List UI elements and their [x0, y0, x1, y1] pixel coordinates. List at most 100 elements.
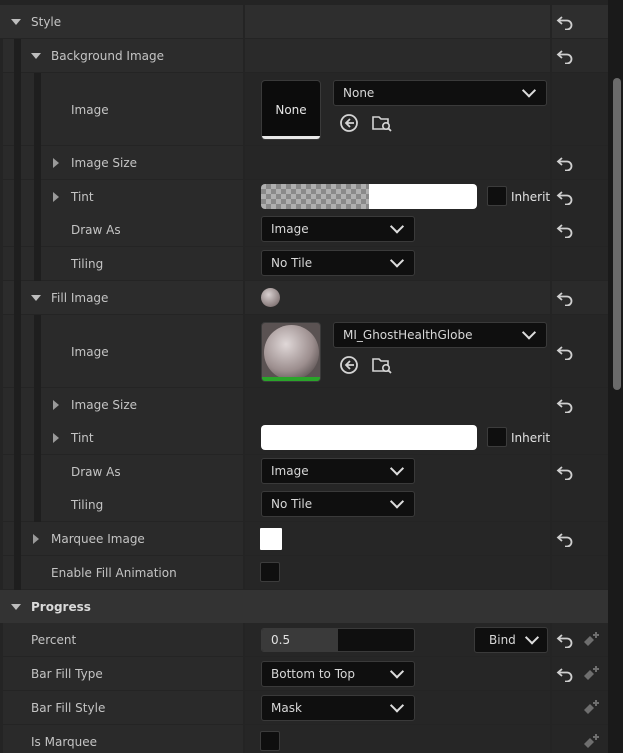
- globe-preview: [264, 325, 319, 380]
- bar-fill-type-row: Bar Fill Type Bottom to Top: [0, 657, 608, 691]
- progress-category-label: Progress: [31, 599, 91, 614]
- fill-image-asset-value: MI_GhostHealthGlobe: [343, 328, 473, 342]
- image-size-label: Image Size: [71, 156, 138, 170]
- chevron-down-icon: [389, 664, 405, 679]
- marquee-image-label: Marquee Image: [51, 532, 145, 546]
- marquee-image-preview[interactable]: [260, 528, 282, 550]
- thumbnail-accent-bar: [262, 377, 320, 381]
- chevron-down-icon: [389, 219, 405, 234]
- bind-combo[interactable]: Bind: [474, 627, 548, 653]
- reset-bar-fill-type-icon[interactable]: [556, 666, 574, 683]
- browse-arrow-icon[interactable]: [338, 112, 360, 134]
- reset-image-size-icon[interactable]: [556, 155, 574, 172]
- background-image-row[interactable]: Background Image: [0, 39, 608, 73]
- bar-fill-type-label: Bar Fill Type: [31, 667, 103, 681]
- chevron-down-icon: [389, 698, 405, 713]
- inherit-label: Inherit: [511, 190, 551, 204]
- percent-value: 0.5: [271, 633, 291, 647]
- draw-as-label: Draw As: [71, 465, 121, 479]
- enable-fill-animation-label: Enable Fill Animation: [51, 566, 177, 580]
- reset-image-size-icon[interactable]: [556, 397, 574, 414]
- collapse-arrow-icon[interactable]: [31, 295, 41, 301]
- alpha-checker: [261, 184, 369, 209]
- reset-fill-image-asset-icon[interactable]: [556, 344, 574, 360]
- background-draw-as-row: Draw As Image: [0, 213, 608, 247]
- percent-row: Percent 0.5 Bind: [0, 623, 608, 657]
- reset-percent-icon[interactable]: [556, 632, 574, 649]
- inherit-checkbox[interactable]: [487, 186, 507, 206]
- add-binding-icon[interactable]: [581, 630, 601, 650]
- style-category-row[interactable]: Style: [0, 5, 608, 39]
- bar-fill-style-combo[interactable]: Mask: [261, 695, 415, 721]
- bar-fill-type-combo[interactable]: Bottom to Top: [261, 661, 415, 687]
- find-in-browser-icon[interactable]: [371, 354, 393, 376]
- expand-arrow-icon[interactable]: [33, 534, 39, 544]
- background-image-size-row[interactable]: Image Size: [0, 146, 608, 180]
- reset-background-image-icon[interactable]: [556, 48, 574, 65]
- fill-image-asset-row: Image MI_GhostHealthGlobe: [0, 315, 608, 388]
- fill-image-asset-combo[interactable]: MI_GhostHealthGlobe: [333, 322, 547, 348]
- enable-fill-animation-row: Enable Fill Animation: [0, 556, 608, 590]
- add-binding-icon[interactable]: [581, 698, 601, 718]
- is-marquee-checkbox[interactable]: [260, 731, 280, 751]
- tiling-combo[interactable]: No Tile: [261, 491, 415, 517]
- collapse-arrow-icon[interactable]: [31, 53, 41, 59]
- background-tint-row: Tint Inherit: [0, 180, 608, 214]
- draw-as-combo[interactable]: Image: [261, 458, 415, 484]
- background-tiling-row: Tiling No Tile: [0, 247, 608, 281]
- fill-draw-as-row: Draw As Image: [0, 455, 608, 489]
- fill-image-size-row[interactable]: Image Size: [0, 388, 608, 422]
- fill-image-label: Fill Image: [51, 291, 109, 305]
- reset-tint-icon[interactable]: [556, 189, 574, 206]
- bar-fill-type-value: Bottom to Top: [271, 667, 355, 681]
- tint-label: Tint: [71, 431, 94, 445]
- image-size-label: Image Size: [71, 398, 138, 412]
- bar-fill-style-value: Mask: [271, 701, 302, 715]
- scrollbar-thumb[interactable]: [613, 78, 621, 390]
- marquee-image-row[interactable]: Marquee Image: [0, 522, 608, 556]
- details-panel: Style Background Image Image None None I…: [0, 0, 608, 753]
- inherit-checkbox[interactable]: [487, 427, 507, 447]
- fill-tint-row: Tint Inherit: [0, 421, 608, 455]
- percent-slider[interactable]: 0.5: [261, 628, 415, 652]
- thumbnail-underline: [262, 136, 320, 139]
- image-label: Image: [71, 102, 109, 117]
- tiling-combo[interactable]: No Tile: [261, 250, 415, 276]
- style-category-label: Style: [31, 15, 62, 29]
- tiling-value: No Tile: [271, 497, 313, 511]
- fill-image-thumbnail[interactable]: [261, 322, 321, 382]
- collapse-arrow-icon[interactable]: [11, 19, 21, 25]
- image-label: Image: [71, 344, 109, 359]
- expand-arrow-icon[interactable]: [53, 433, 59, 443]
- progress-category-row[interactable]: Progress: [0, 590, 608, 623]
- tint-color-swatch[interactable]: [261, 184, 477, 209]
- expand-arrow-icon[interactable]: [53, 192, 59, 202]
- collapse-arrow-icon[interactable]: [11, 603, 21, 610]
- expand-arrow-icon[interactable]: [53, 158, 59, 168]
- chevron-down-icon: [524, 630, 540, 645]
- reset-draw-as-icon[interactable]: [556, 222, 574, 239]
- add-binding-icon[interactable]: [581, 732, 601, 752]
- add-binding-icon[interactable]: [581, 664, 601, 684]
- reset-marquee-image-icon[interactable]: [556, 531, 574, 548]
- thumbnail-none-text: None: [275, 103, 307, 117]
- tint-label: Tint: [71, 190, 94, 204]
- fill-image-row[interactable]: Fill Image: [0, 281, 608, 315]
- bar-fill-style-row: Bar Fill Style Mask: [0, 691, 608, 725]
- image-asset-combo[interactable]: None: [333, 80, 547, 106]
- reset-style-icon[interactable]: [556, 14, 574, 31]
- find-in-browser-icon[interactable]: [371, 112, 393, 134]
- draw-as-value: Image: [271, 222, 309, 236]
- tint-color-swatch[interactable]: [261, 425, 477, 450]
- browse-arrow-icon[interactable]: [338, 354, 360, 376]
- draw-as-combo[interactable]: Image: [261, 216, 415, 242]
- reset-draw-as-icon[interactable]: [556, 464, 574, 481]
- background-image-label: Background Image: [51, 49, 164, 63]
- reset-fill-image-icon[interactable]: [556, 290, 574, 307]
- image-thumbnail[interactable]: None: [261, 80, 321, 140]
- expand-arrow-icon[interactable]: [53, 400, 59, 410]
- vertical-scrollbar[interactable]: [610, 0, 623, 753]
- enable-fill-animation-checkbox[interactable]: [260, 562, 280, 582]
- bar-fill-style-label: Bar Fill Style: [31, 701, 106, 715]
- fill-image-preview-icon: [261, 288, 280, 307]
